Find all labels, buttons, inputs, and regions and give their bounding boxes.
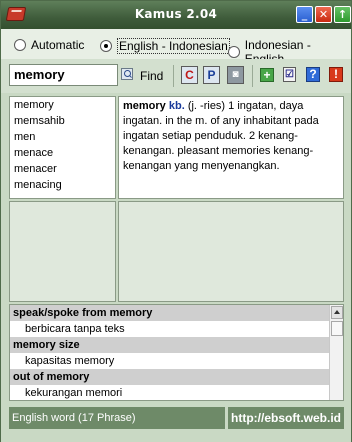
phrase-heading[interactable]: memory size — [10, 337, 330, 353]
scroll-up-icon[interactable] — [331, 306, 343, 319]
toolbar-divider — [173, 65, 174, 87]
find-button[interactable]: Find — [140, 69, 163, 83]
phrase-heading[interactable]: speak/spoke from memory — [10, 305, 330, 321]
search-toolbar: memory Find C P ◙ + ☑ ? ! — [1, 59, 351, 93]
title-bar[interactable]: Kamus 2.04 _ ✕ ↑ — [1, 1, 351, 29]
p-button[interactable]: P — [203, 66, 220, 84]
c-button[interactable]: C — [181, 66, 198, 84]
close-button[interactable]: ✕ — [315, 6, 332, 23]
camera-icon[interactable]: ◙ — [227, 66, 244, 84]
list-item[interactable]: menacing — [10, 177, 115, 193]
search-icon[interactable] — [121, 68, 133, 80]
radio-label: Automatic — [31, 38, 85, 52]
word-list[interactable]: memory memsahib men menace menacer menac… — [9, 96, 116, 199]
phrase-meaning: kapasitas memory — [25, 355, 115, 367]
website-link[interactable]: http://ebsoft.web.id — [228, 407, 344, 429]
radio-label: English - Indonesian — [117, 38, 230, 54]
add-icon[interactable]: + — [260, 68, 274, 82]
maximize-button[interactable]: ↑ — [334, 6, 351, 23]
definition-headword: memory — [123, 100, 166, 112]
radio-button[interactable] — [100, 40, 112, 52]
minimize-button[interactable]: _ — [296, 6, 313, 23]
definition-pane: memory kb. (j. -ries) 1 ingatan, daya in… — [118, 96, 344, 199]
list-item[interactable]: men — [10, 129, 115, 145]
phrase-heading[interactable]: out of memory — [10, 369, 330, 385]
list-item[interactable]: menacer — [10, 161, 115, 177]
radio-english-indonesian[interactable]: English - Indonesian — [100, 38, 230, 54]
radio-automatic[interactable]: Automatic — [14, 38, 84, 52]
list-item[interactable]: memsahib — [10, 113, 115, 129]
checklist-icon[interactable]: ☑ — [283, 67, 296, 82]
phrase-meaning: berbicara tanpa teks — [25, 323, 125, 335]
radio-button[interactable] — [228, 46, 240, 58]
scrollbar[interactable] — [329, 305, 343, 400]
list-item[interactable]: menace — [10, 145, 115, 161]
phrase-list[interactable]: speak/spoke from memory berbicara tanpa … — [9, 304, 344, 401]
window-bottom-edge — [1, 432, 351, 442]
secondary-list-pane — [9, 201, 116, 302]
status-word-count: English word (17 Phrase) — [9, 407, 225, 429]
list-item[interactable]: memory — [10, 97, 115, 113]
help-icon[interactable]: ? — [306, 67, 320, 82]
direction-selector: Automatic English - Indonesian Indonesia… — [1, 29, 351, 66]
radio-button[interactable] — [14, 39, 26, 51]
toolbar-divider — [252, 65, 253, 87]
scroll-thumb[interactable] — [331, 321, 343, 336]
phrase-meaning: kekurangan memori — [25, 387, 123, 399]
secondary-detail-pane — [118, 201, 344, 302]
warning-icon[interactable]: ! — [329, 67, 343, 82]
definition-part-of-speech: kb. — [168, 100, 185, 112]
app-window: Kamus 2.04 _ ✕ ↑ Automatic English - Ind… — [0, 0, 352, 442]
search-input[interactable]: memory — [9, 64, 118, 86]
